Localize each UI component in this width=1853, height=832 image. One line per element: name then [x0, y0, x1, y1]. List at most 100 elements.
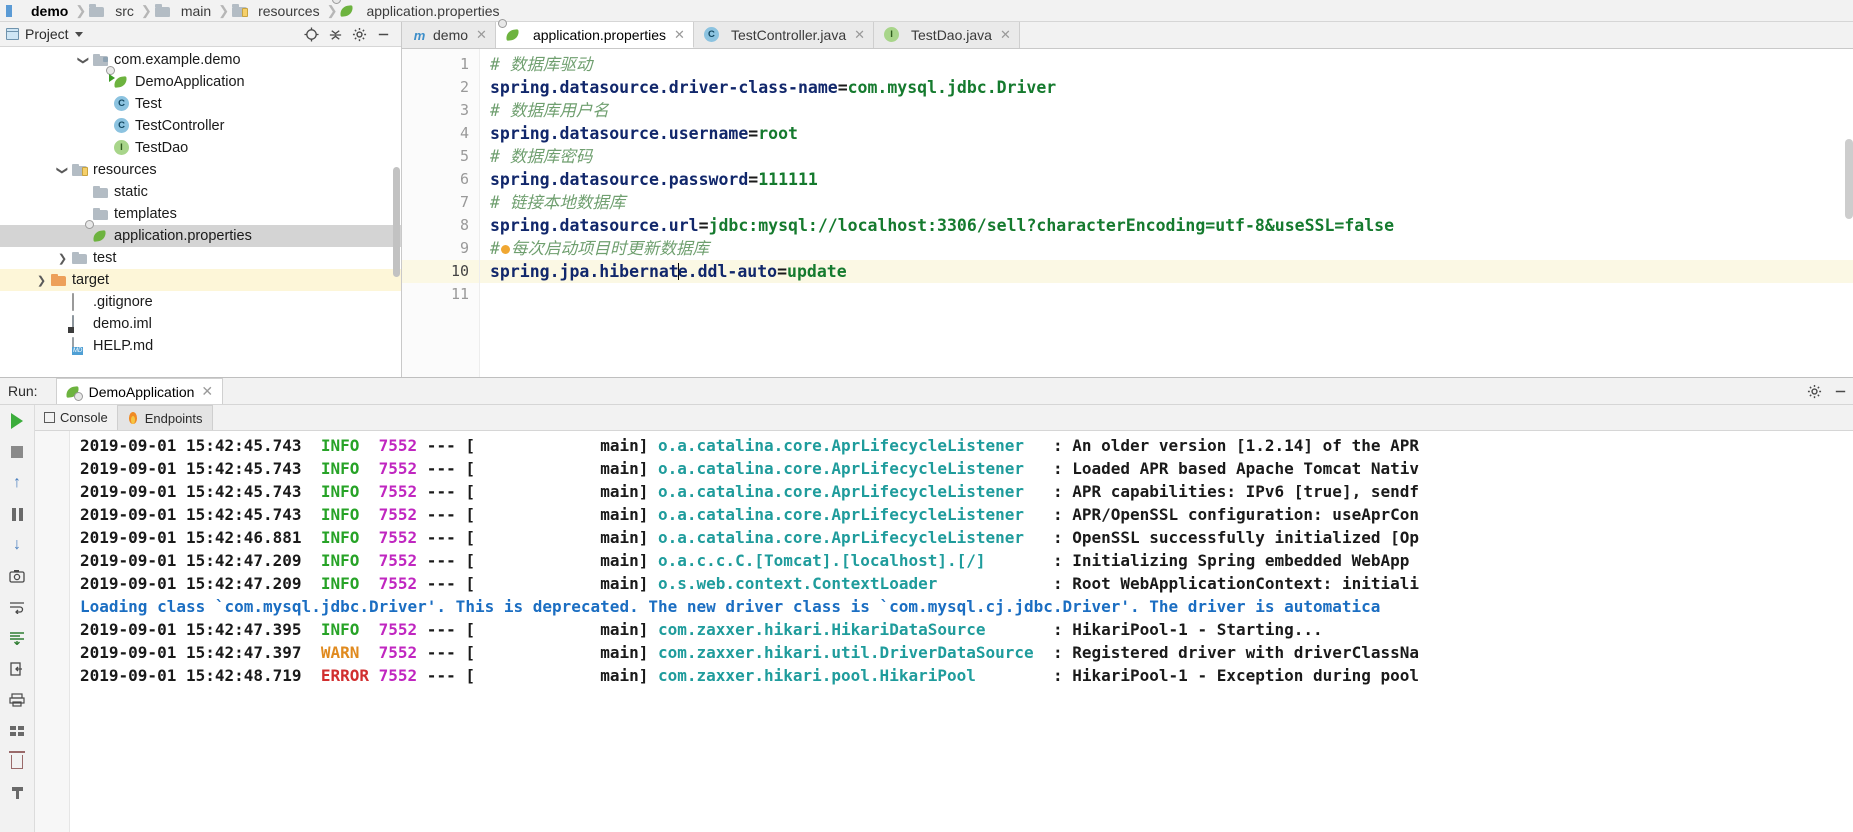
- log-timestamp: 2019-09-01 15:42:47.397: [80, 643, 302, 662]
- project-title-group[interactable]: Project: [6, 26, 83, 42]
- project-tree[interactable]: ❯ com.example.demo DemoApplication C Test C Te…: [0, 47, 401, 377]
- wrap-text-icon[interactable]: [6, 596, 28, 618]
- trash-icon[interactable]: [6, 751, 28, 773]
- code-line[interactable]: spring.datasource.driver-class-name=com.…: [480, 76, 1853, 99]
- log-sep2: ]: [638, 459, 658, 478]
- breadcrumb-item-main[interactable]: main: [153, 3, 217, 19]
- chevron-down-icon[interactable]: [74, 31, 83, 37]
- tree-item-demo-iml[interactable]: demo.iml: [0, 313, 401, 335]
- editor-tab-testcontroller-java[interactable]: C TestController.java ✕: [693, 22, 875, 48]
- code-line[interactable]: # 数据库密码: [480, 145, 1853, 168]
- scroll-up-icon[interactable]: ↑: [6, 472, 28, 494]
- editor-tab-demo[interactable]: m demo ✕: [402, 22, 496, 48]
- close-icon[interactable]: ✕: [476, 27, 487, 43]
- rerun-icon[interactable]: [6, 410, 28, 432]
- print-icon[interactable]: [6, 689, 28, 711]
- code-line[interactable]: spring.datasource.password=111111: [480, 168, 1853, 191]
- code-line[interactable]: # 每次启动项目时更新数据库: [480, 237, 1853, 260]
- code-comment: 每次启动项目时更新数据库: [510, 239, 709, 258]
- code-line[interactable]: spring.jpa.hibernate.ddl-auto=update: [480, 260, 1853, 283]
- tree-item-templates[interactable]: templates: [0, 203, 401, 225]
- run-configuration-tab[interactable]: DemoApplication ✕: [55, 378, 224, 404]
- endpoints-icon: [127, 411, 140, 425]
- ide-window: demo ❯ src ❯ main ❯ resources ❯ application.prop…: [0, 0, 1853, 832]
- tree-item-help-md[interactable]: MD HELP.md: [0, 335, 401, 357]
- code-line[interactable]: # 链接本地数据库: [480, 191, 1853, 214]
- tree-item-test[interactable]: ❯ test: [0, 247, 401, 269]
- locate-icon[interactable]: [299, 24, 323, 44]
- code-line[interactable]: spring.datasource.username=root: [480, 122, 1853, 145]
- chevron-down-icon[interactable]: ❯: [77, 54, 90, 67]
- gear-icon[interactable]: [347, 24, 371, 44]
- pin-icon[interactable]: [6, 782, 28, 804]
- code-comment: # 数据库用户名: [490, 101, 609, 120]
- chevron-down-icon[interactable]: ❯: [56, 164, 69, 177]
- scroll-to-end-icon[interactable]: [6, 627, 28, 649]
- console-output[interactable]: 2019-09-01 15:42:45.743 INFO 7552 --- [ …: [70, 431, 1853, 832]
- tree-item-test[interactable]: C Test: [0, 93, 401, 115]
- tree-item-resources[interactable]: ❯ resources: [0, 159, 401, 181]
- editor-tab-testdao-java[interactable]: I TestDao.java ✕: [874, 22, 1020, 48]
- log-logger: o.a.catalina.core.AprLifecycleListener: [658, 505, 1053, 524]
- editor-tab-label: application.properties: [532, 26, 667, 43]
- breadcrumb-item-application-properties[interactable]: application.properties: [332, 0, 505, 19]
- scroll-down-icon[interactable]: ↓: [6, 534, 28, 556]
- log-gap: [302, 459, 321, 478]
- tree-item-com-example-demo[interactable]: ❯ com.example.demo: [0, 49, 401, 71]
- pause-icon[interactable]: [6, 503, 28, 525]
- camera-icon[interactable]: [6, 565, 28, 587]
- breadcrumb-separator: ❯: [75, 2, 87, 18]
- minimize-icon[interactable]: [371, 24, 395, 44]
- code-line[interactable]: [480, 283, 1853, 306]
- editor-scrollbar[interactable]: [1845, 139, 1853, 219]
- log-colon: :: [1052, 482, 1073, 501]
- code-editor[interactable]: 1 2 3 4 5 6 7 8 9 10 11 # 数据库驱动 spring.datasource.d…: [402, 49, 1853, 377]
- tree-item-testcontroller[interactable]: C TestController: [0, 115, 401, 137]
- close-icon[interactable]: ✕: [1000, 27, 1011, 43]
- console-tab-console[interactable]: Console: [35, 405, 117, 430]
- tree-item-testdao[interactable]: I TestDao: [0, 137, 401, 159]
- code-line[interactable]: # 数据库驱动: [480, 53, 1853, 76]
- collapse-all-icon[interactable]: [323, 24, 347, 44]
- tree-item-label: DemoApplication: [135, 74, 245, 90]
- run-label: Run:: [8, 383, 38, 399]
- editor-tab-application-properties[interactable]: application.properties ✕: [495, 18, 694, 48]
- export-icon[interactable]: [6, 658, 28, 680]
- folder-icon: [72, 250, 88, 266]
- line-number: 5: [459, 147, 469, 165]
- chevron-right-icon[interactable]: ❯: [56, 252, 69, 265]
- breadcrumb-item-src[interactable]: src: [87, 3, 140, 19]
- log-sep2: ]: [638, 666, 658, 685]
- close-icon[interactable]: ✕: [854, 27, 865, 43]
- code-comment-hash: #: [490, 239, 500, 258]
- tree-item-demoapplication[interactable]: DemoApplication: [0, 66, 401, 93]
- log-gap2: [369, 574, 379, 593]
- stop-icon[interactable]: [6, 441, 28, 463]
- sidebar-scrollbar[interactable]: [393, 167, 400, 277]
- log-colon: :: [1052, 666, 1073, 685]
- tree-item--gitignore[interactable]: .gitignore: [0, 291, 401, 313]
- line-number: 10: [402, 260, 479, 283]
- log-gap: [302, 620, 321, 639]
- layout-icon[interactable]: [6, 720, 28, 742]
- inspection-warning-icon[interactable]: [500, 245, 510, 254]
- breadcrumb-item-demo[interactable]: demo: [4, 3, 74, 19]
- tree-item-target[interactable]: ❯ target: [0, 269, 401, 291]
- code-line[interactable]: # 数据库用户名: [480, 99, 1853, 122]
- tree-item-static[interactable]: static: [0, 181, 401, 203]
- log-colon: :: [1052, 620, 1073, 639]
- close-icon[interactable]: ✕: [674, 27, 685, 43]
- minimize-icon[interactable]: [1827, 380, 1853, 402]
- log-sep2: ]: [638, 505, 658, 524]
- chevron-right-icon[interactable]: ❯: [35, 274, 48, 287]
- code-content[interactable]: # 数据库驱动 spring.datasource.driver-class-na…: [480, 49, 1853, 377]
- log-line: 2019-09-01 15:42:47.395 INFO 7552 --- [ …: [70, 618, 1853, 641]
- code-line[interactable]: spring.datasource.url=jdbc:mysql://local…: [480, 214, 1853, 237]
- log-sep2: ]: [638, 528, 658, 547]
- gear-icon[interactable]: [1801, 380, 1827, 402]
- breadcrumb-item-resources[interactable]: resources: [230, 3, 325, 19]
- close-icon[interactable]: ✕: [201, 383, 213, 400]
- tree-item-application-properties[interactable]: application.properties: [0, 220, 401, 247]
- class-icon: C: [114, 118, 130, 134]
- console-tab-endpoints[interactable]: Endpoints: [116, 405, 213, 430]
